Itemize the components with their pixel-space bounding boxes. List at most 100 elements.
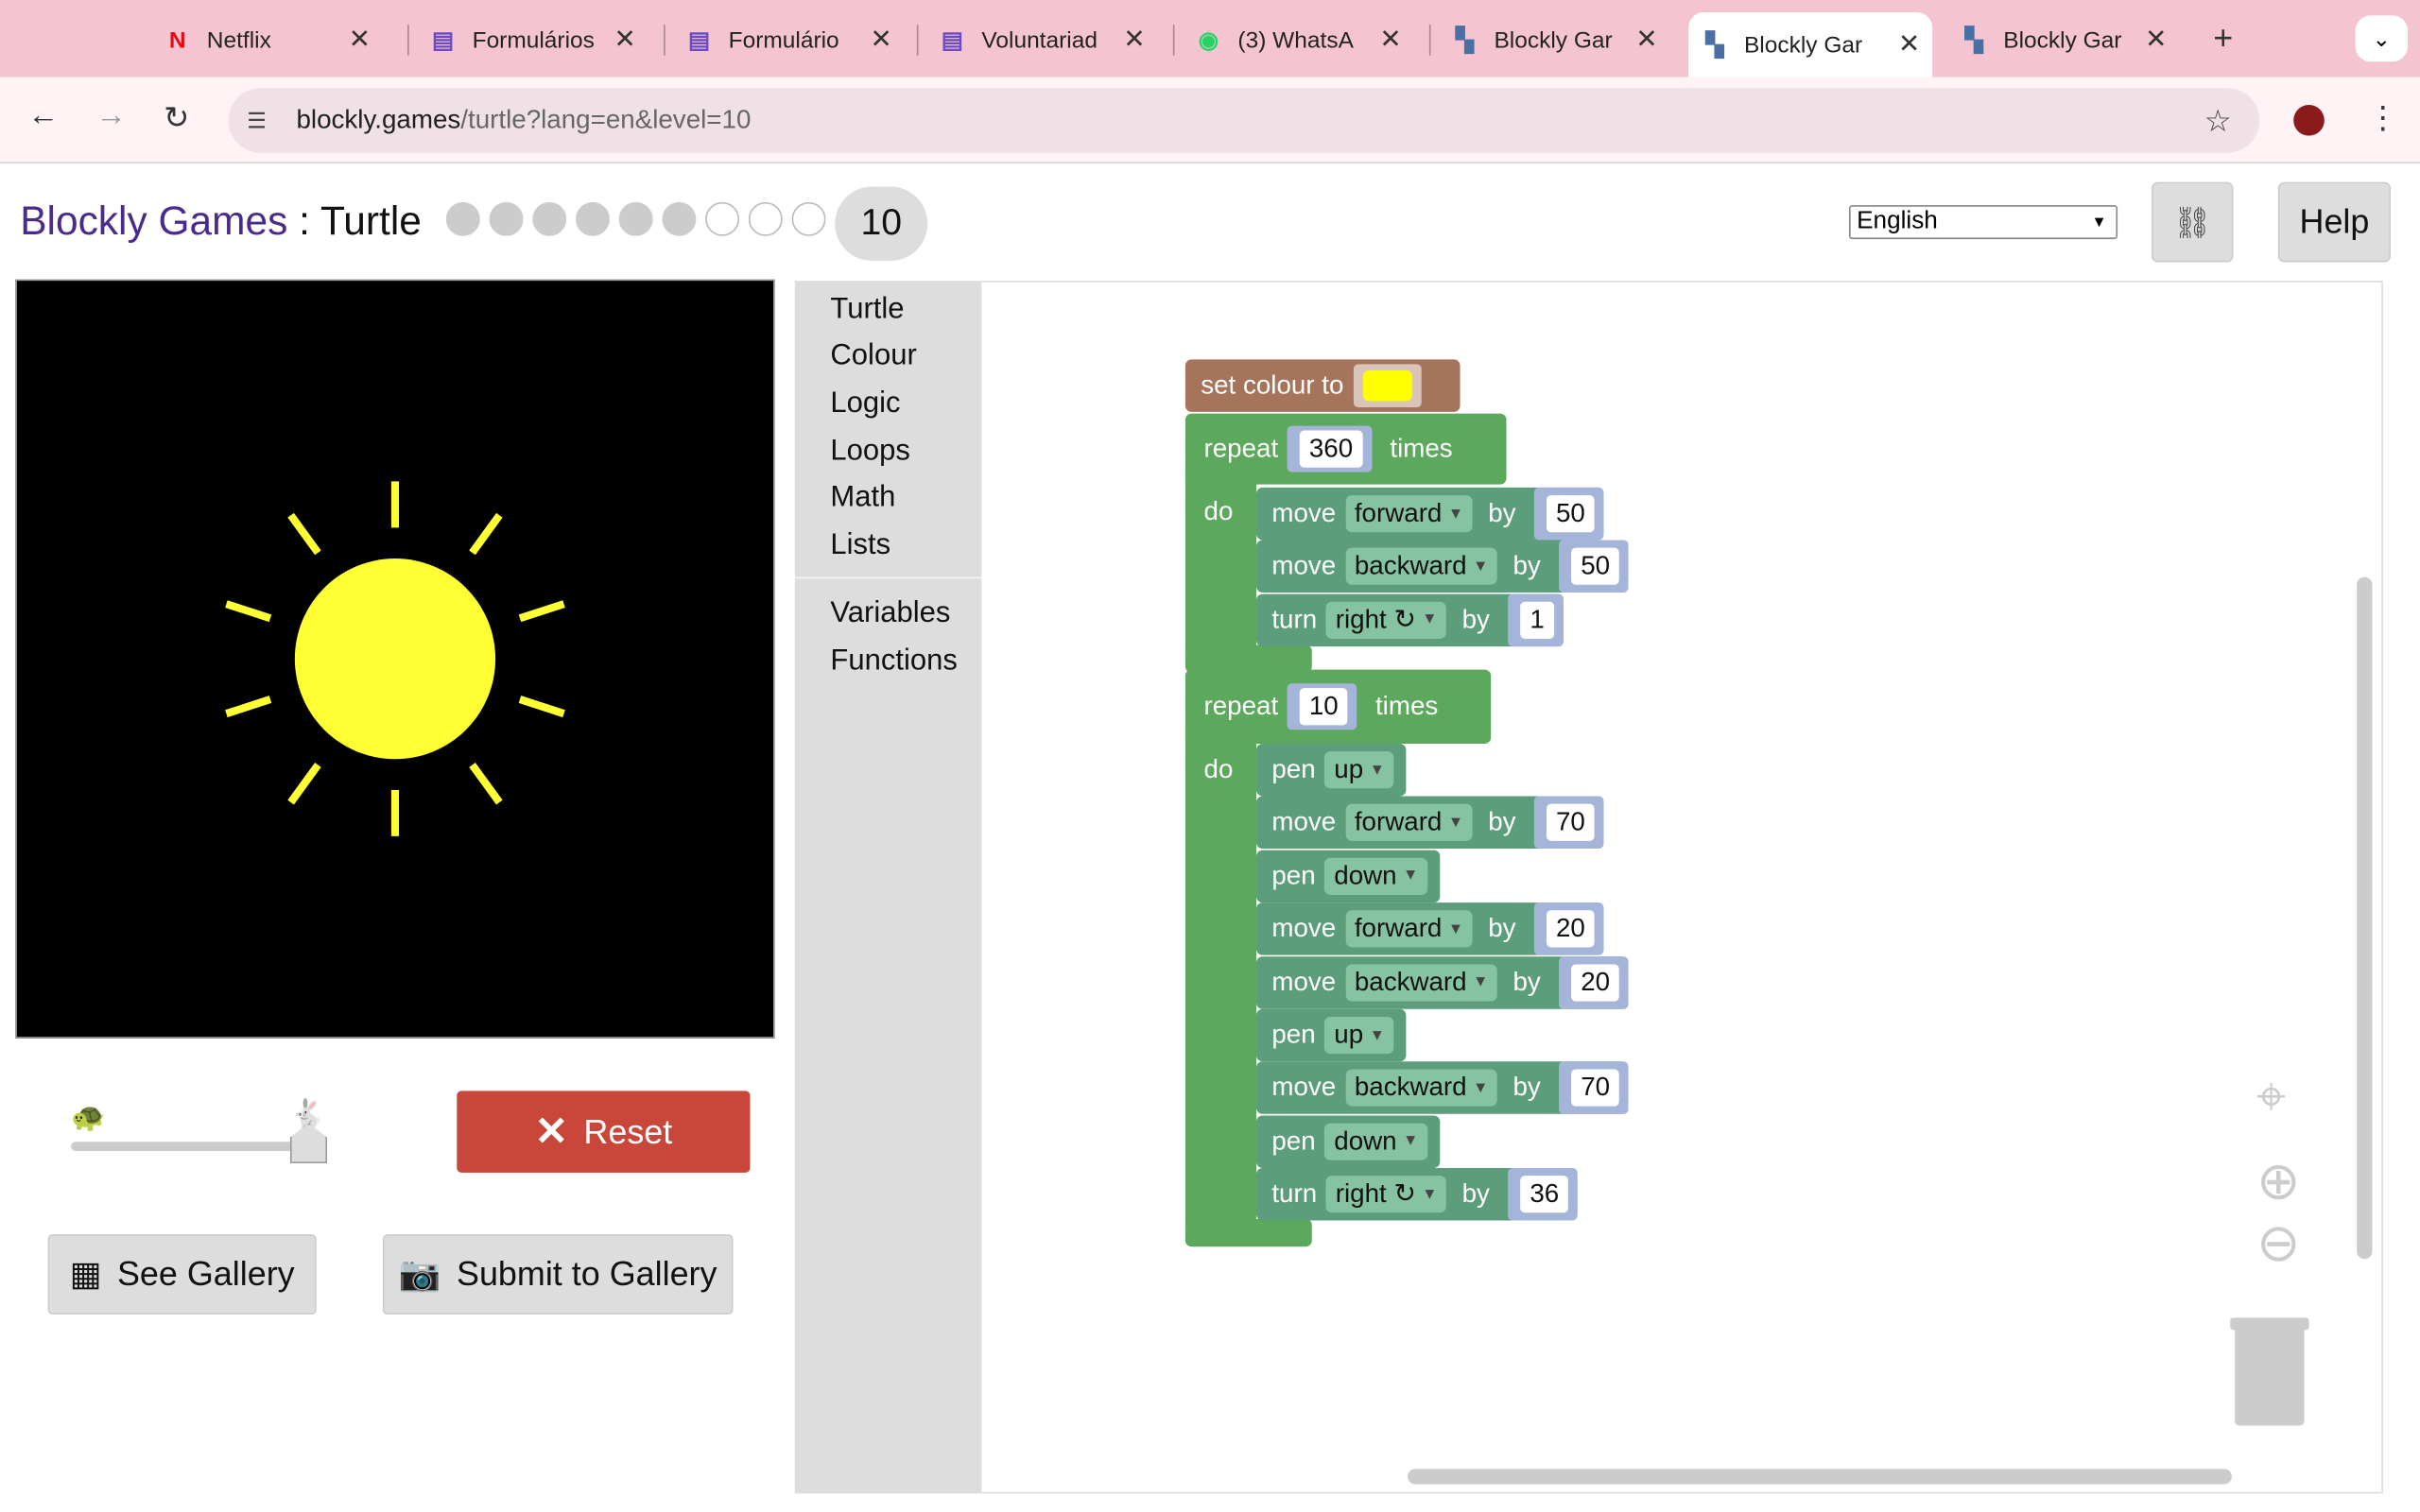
block-option-dropdown[interactable]: forward ▼ bbox=[1345, 495, 1473, 533]
toolbox-category-loops[interactable]: Loops bbox=[830, 435, 910, 469]
close-tab-icon[interactable]: ✕ bbox=[349, 25, 371, 56]
pen-block[interactable]: pen down ▼ bbox=[1256, 1115, 1441, 1168]
reload-icon[interactable]: ↻ bbox=[164, 98, 189, 137]
number-field[interactable]: 70 bbox=[1547, 804, 1595, 842]
browser-tab[interactable]: N Netflix ✕ bbox=[164, 15, 383, 64]
browser-tab[interactable]: ▤ Formulários ✕ bbox=[429, 15, 648, 64]
site-settings-icon[interactable]: ☰ bbox=[247, 107, 278, 133]
number-field[interactable]: 1 bbox=[1520, 601, 1554, 639]
pen-block[interactable]: pen up ▼ bbox=[1256, 1008, 1407, 1062]
level-dot[interactable] bbox=[618, 201, 653, 236]
turn-block[interactable]: turn right ↻ ▼ by 1 bbox=[1256, 593, 1564, 646]
times-label: times bbox=[1374, 691, 1439, 721]
move-block[interactable]: move forward ▼ by 20 bbox=[1256, 902, 1604, 955]
block-option-dropdown[interactable]: backward ▼ bbox=[1345, 963, 1498, 1001]
language-select[interactable]: English ▼ bbox=[1848, 205, 2118, 240]
link-button[interactable]: ⛓ bbox=[2151, 181, 2234, 263]
forward-icon[interactable]: → bbox=[95, 98, 127, 134]
address-bar[interactable]: ☰ blockly.games/turtle?lang=en&level=10 … bbox=[228, 88, 2260, 153]
turn-block[interactable]: turn right ↻ ▼ by 36 bbox=[1256, 1168, 1578, 1221]
toolbox-category-colour[interactable]: Colour bbox=[830, 339, 916, 373]
level-dot[interactable] bbox=[489, 201, 524, 236]
tab-bar: N Netflix ✕ ▤ Formulários ✕ ▤ Formulário ✕ ▤ Volun… bbox=[0, 0, 2420, 77]
browser-menu-icon[interactable]: ⋮ bbox=[2368, 98, 2399, 137]
toolbox-category-lists[interactable]: Lists bbox=[830, 529, 890, 563]
block-option-dropdown[interactable]: backward ▼ bbox=[1345, 548, 1498, 586]
brand-link[interactable]: Blockly Games bbox=[20, 198, 287, 244]
pen-block[interactable]: pen down ▼ bbox=[1256, 850, 1441, 902]
see-gallery-button[interactable]: ▦ See Gallery bbox=[47, 1234, 317, 1315]
level-dot[interactable] bbox=[748, 201, 783, 236]
toolbox-category-functions[interactable]: Functions bbox=[830, 644, 957, 679]
close-tab-icon[interactable]: ✕ bbox=[1123, 25, 1145, 56]
close-tab-icon[interactable]: ✕ bbox=[1635, 25, 1657, 56]
browser-tab[interactable]: ▚ Blockly Gar ✕ bbox=[1961, 15, 2180, 64]
workspace-vertical-scrollbar[interactable] bbox=[2357, 576, 2373, 1260]
workspace-horizontal-scrollbar[interactable] bbox=[1408, 1469, 2232, 1485]
toolbox-category-variables[interactable]: Variables bbox=[830, 597, 950, 631]
browser-tab[interactable]: ▚ Blockly Gar ✕ bbox=[1688, 12, 1933, 77]
repeat-count-field[interactable]: 10 bbox=[1300, 688, 1348, 726]
close-tab-icon[interactable]: ✕ bbox=[870, 25, 891, 56]
browser-tab[interactable]: ▤ Voluntariad ✕ bbox=[939, 15, 1158, 64]
block-option-dropdown[interactable]: backward ▼ bbox=[1345, 1070, 1498, 1108]
tab-label: Blockly Gar bbox=[2003, 26, 2122, 54]
reset-button[interactable]: ✕ Reset bbox=[457, 1091, 751, 1173]
level-dot[interactable] bbox=[662, 201, 697, 236]
number-field[interactable]: 50 bbox=[1571, 548, 1619, 586]
close-tab-icon[interactable]: ✕ bbox=[1379, 25, 1401, 56]
submit-gallery-button[interactable]: 📷 Submit to Gallery bbox=[382, 1234, 734, 1315]
block-option-dropdown[interactable]: right ↻ ▼ bbox=[1325, 601, 1447, 639]
block-option-dropdown[interactable]: forward ▼ bbox=[1345, 804, 1473, 842]
pen-block[interactable]: pen up ▼ bbox=[1256, 743, 1407, 797]
zoom-out-icon[interactable]: ⊖ bbox=[2256, 1212, 2301, 1274]
move-block[interactable]: move backward ▼ by 70 bbox=[1256, 1061, 1629, 1115]
browser-tab[interactable]: ◉ (3) WhatsA ✕ bbox=[1195, 15, 1414, 64]
colour-swatch[interactable] bbox=[1362, 370, 1412, 402]
block-option-dropdown[interactable]: forward ▼ bbox=[1345, 910, 1473, 948]
repeat-count-field[interactable]: 360 bbox=[1300, 430, 1362, 468]
toolbox-category-turtle[interactable]: Turtle bbox=[830, 293, 904, 327]
help-button[interactable]: Help bbox=[2277, 181, 2392, 263]
move-block[interactable]: move backward ▼ by 20 bbox=[1256, 955, 1629, 1009]
toolbox-category-logic[interactable]: Logic bbox=[830, 387, 900, 421]
number-field[interactable]: 70 bbox=[1571, 1070, 1619, 1108]
move-block[interactable]: move forward ▼ by 70 bbox=[1256, 797, 1604, 850]
recenter-icon[interactable]: ⌖ bbox=[2256, 1068, 2286, 1128]
block-option-dropdown[interactable]: up ▼ bbox=[1324, 1016, 1394, 1055]
by-label: by bbox=[1512, 1073, 1541, 1103]
speed-slider[interactable] bbox=[71, 1142, 328, 1151]
number-field[interactable]: 20 bbox=[1547, 910, 1595, 948]
block-option-dropdown[interactable]: down ▼ bbox=[1324, 857, 1428, 895]
block-option-dropdown[interactable]: right ↻ ▼ bbox=[1325, 1176, 1447, 1213]
block-option-dropdown[interactable]: up ▼ bbox=[1324, 751, 1394, 789]
zoom-in-icon[interactable]: ⊕ bbox=[2256, 1151, 2301, 1212]
close-tab-icon[interactable]: ✕ bbox=[614, 25, 635, 56]
number-field[interactable]: 20 bbox=[1571, 963, 1619, 1001]
level-dot[interactable] bbox=[791, 201, 826, 236]
repeat-label: repeat bbox=[1203, 691, 1279, 721]
level-dot[interactable] bbox=[575, 201, 610, 236]
level-dot[interactable] bbox=[532, 201, 567, 236]
new-tab-button[interactable]: + bbox=[2213, 19, 2233, 59]
move-block[interactable]: move backward ▼ by 50 bbox=[1256, 541, 1629, 593]
close-tab-icon[interactable]: ✕ bbox=[1898, 29, 1920, 60]
level-dot[interactable] bbox=[705, 201, 740, 236]
close-tab-icon[interactable]: ✕ bbox=[2145, 25, 2167, 56]
bookmark-star-icon[interactable]: ☆ bbox=[2204, 101, 2232, 140]
tab-search-chevron-icon[interactable]: ⌄ bbox=[2355, 15, 2409, 62]
number-field[interactable]: 50 bbox=[1547, 495, 1595, 533]
repeat-block-2-arm bbox=[1184, 725, 1257, 1235]
toolbox-category-math[interactable]: Math bbox=[830, 481, 895, 515]
back-icon[interactable]: ← bbox=[27, 98, 59, 134]
level-dot[interactable] bbox=[445, 201, 480, 236]
move-block[interactable]: move forward ▼ by 50 bbox=[1256, 487, 1604, 541]
block-option-dropdown[interactable]: down ▼ bbox=[1324, 1123, 1428, 1160]
browser-tab[interactable]: ▚ Blockly Gar ✕ bbox=[1451, 15, 1670, 64]
set-colour-block[interactable]: set colour to bbox=[1184, 359, 1461, 412]
browser-tab[interactable]: ▤ Formulário ✕ bbox=[685, 15, 905, 64]
trash-icon[interactable] bbox=[2230, 1317, 2309, 1426]
number-field[interactable]: 36 bbox=[1520, 1176, 1569, 1213]
dropdown-value: up bbox=[1334, 754, 1364, 784]
profile-avatar[interactable] bbox=[2293, 105, 2325, 136]
